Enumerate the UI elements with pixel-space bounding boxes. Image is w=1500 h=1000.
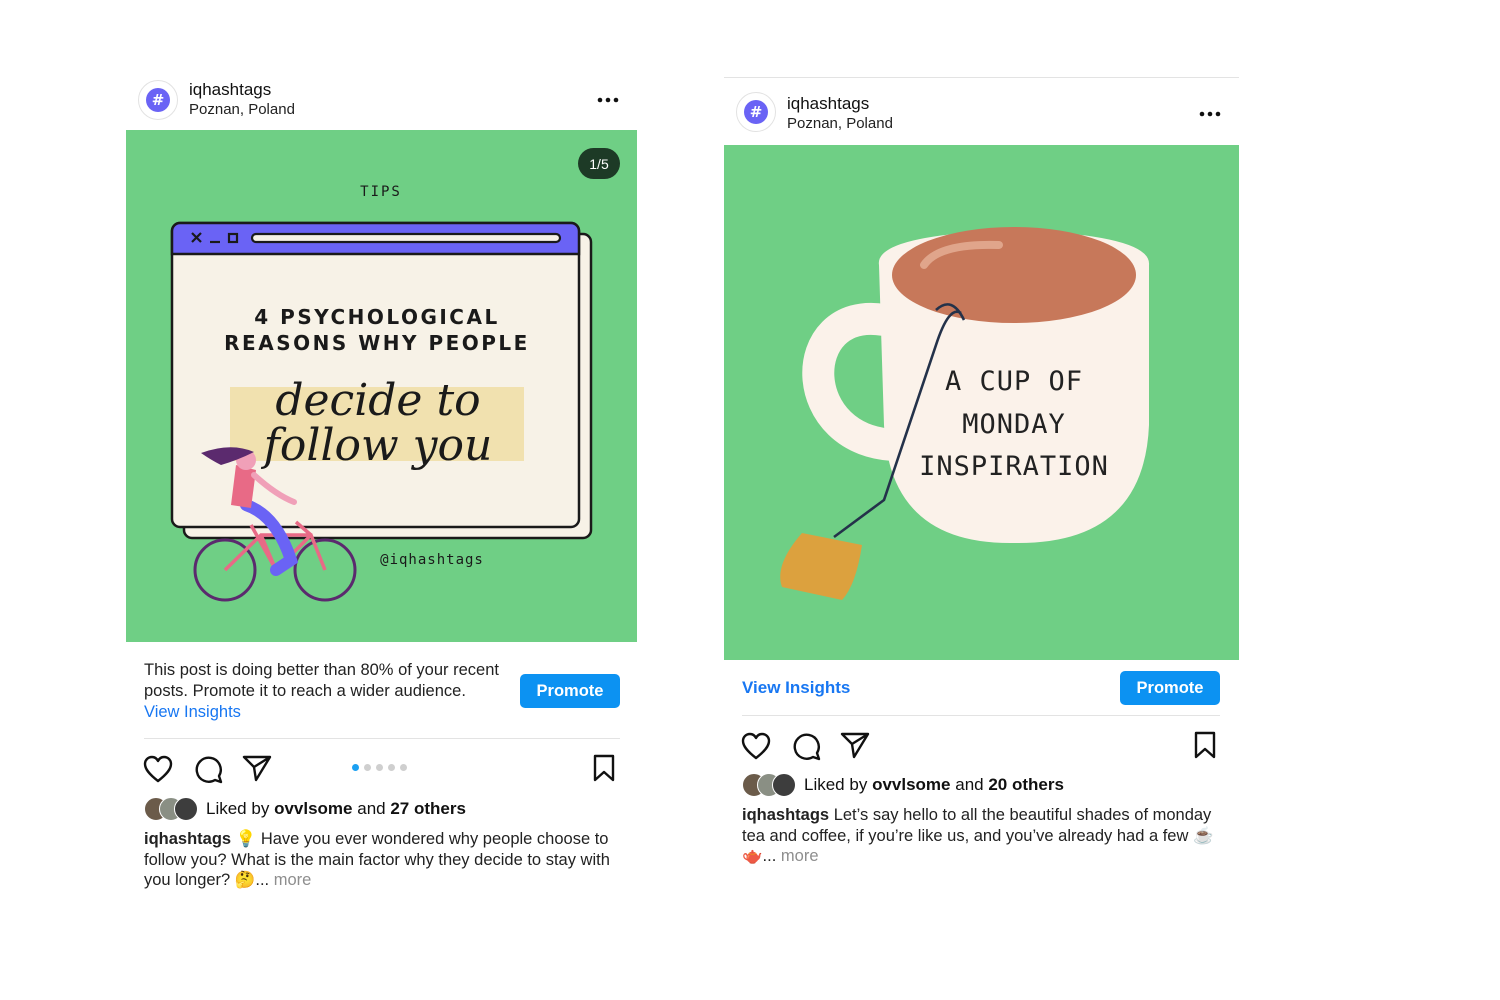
avatar[interactable]: # [736, 92, 776, 132]
view-insights-link[interactable]: View Insights [742, 678, 850, 698]
instagram-post-2: # iqhashtags Poznan, Poland A CUP OF MON… [724, 77, 1239, 867]
location[interactable]: Poznan, Poland [787, 115, 893, 132]
insights-bar: View Insights Promote [742, 660, 1220, 716]
caption-username[interactable]: iqhashtags [144, 830, 231, 848]
more-link[interactable]: more [274, 871, 312, 889]
carousel-indicator [352, 764, 407, 771]
comment-icon[interactable] [791, 731, 821, 766]
post-header: # iqhashtags Poznan, Poland [126, 70, 637, 130]
more-options-icon[interactable] [597, 84, 619, 110]
liker-avatars[interactable] [742, 773, 800, 797]
likes-summary: Liked by ovvlsome and 20 others [724, 773, 1239, 803]
bookmark-icon[interactable] [592, 754, 618, 787]
heart-icon[interactable] [741, 732, 771, 765]
mug-illustration: A CUP OF MONDAY INSPIRATION [780, 227, 1150, 600]
share-icon[interactable] [242, 754, 272, 787]
post-image-tips[interactable]: 1/5 TIPS 4 PSYCHOLOGICAL REASONS WHY PEO… [126, 130, 637, 642]
tips-label: TIPS [360, 184, 402, 200]
mug-text-line-3: INSPIRATION [919, 451, 1109, 482]
likes-and: and [955, 775, 984, 794]
liker-username[interactable]: ovvlsome [274, 799, 352, 818]
promotion-text: This post is doing better than 80% of yo… [144, 660, 504, 723]
likes-text[interactable]: Liked by ovvlsome and 20 others [804, 775, 1064, 795]
carousel-dot [400, 764, 407, 771]
avatar [174, 797, 198, 821]
location[interactable]: Poznan, Poland [189, 101, 295, 118]
liker-username[interactable]: ovvlsome [872, 775, 950, 794]
mug-text-line-1: A CUP OF [945, 366, 1083, 397]
more-options-icon[interactable] [1199, 98, 1221, 124]
likes-summary: Liked by ovvlsome and 27 others [126, 797, 637, 827]
bookmark-icon[interactable] [1193, 731, 1219, 764]
headline-line-2: REASONS WHY PEOPLE [224, 331, 530, 355]
hashtag-logo-icon: # [744, 100, 768, 124]
post-image-mug[interactable]: A CUP OF MONDAY INSPIRATION [724, 145, 1239, 660]
likes-count[interactable]: 27 others [390, 799, 466, 818]
post-caption: iqhashtags 💡 Have you ever wondered why … [144, 829, 619, 891]
likes-prefix: Liked by [206, 799, 270, 818]
liker-avatars[interactable] [144, 797, 202, 821]
comment-icon[interactable] [193, 754, 223, 789]
username[interactable]: iqhashtags [787, 94, 869, 114]
promote-button[interactable]: Promote [1120, 671, 1220, 705]
promotion-message: This post is doing better than 80% of yo… [144, 661, 499, 700]
mug-text-line-2: MONDAY [962, 409, 1066, 440]
likes-and: and [357, 799, 386, 818]
share-icon[interactable] [840, 731, 870, 764]
post-caption: iqhashtags Let’s say hello to all the be… [742, 805, 1221, 867]
caption-username[interactable]: iqhashtags [742, 806, 829, 824]
instagram-post-1: # iqhashtags Poznan, Poland 1/5 TIPS 4 P… [126, 70, 637, 891]
image-handle: @iqhashtags [380, 552, 484, 568]
username[interactable]: iqhashtags [189, 80, 271, 100]
likes-prefix: Liked by [804, 775, 868, 794]
more-link[interactable]: more [781, 847, 819, 865]
likes-text[interactable]: Liked by ovvlsome and 27 others [206, 799, 466, 819]
script-line-1: decide to [275, 375, 480, 426]
script-line-2: follow you [261, 420, 493, 471]
heart-icon[interactable] [143, 755, 173, 788]
view-insights-link[interactable]: View Insights [144, 703, 241, 721]
avatar[interactable]: # [138, 80, 178, 120]
carousel-dot [376, 764, 383, 771]
avatar [772, 773, 796, 797]
post-header: # iqhashtags Poznan, Poland [724, 78, 1239, 145]
hashtag-logo-icon: # [146, 88, 170, 112]
carousel-dot [352, 764, 359, 771]
likes-count[interactable]: 20 others [988, 775, 1064, 794]
action-bar [724, 716, 1239, 773]
action-bar [126, 739, 637, 797]
headline-line-1: 4 PSYCHOLOGICAL [254, 305, 499, 329]
carousel-dot [388, 764, 395, 771]
tips-illustration: TIPS 4 PSYCHOLOGICAL REASONS WHY PEOPLE … [170, 184, 593, 602]
promote-button[interactable]: Promote [520, 674, 620, 708]
carousel-dot [364, 764, 371, 771]
promotion-banner: This post is doing better than 80% of yo… [144, 642, 620, 739]
